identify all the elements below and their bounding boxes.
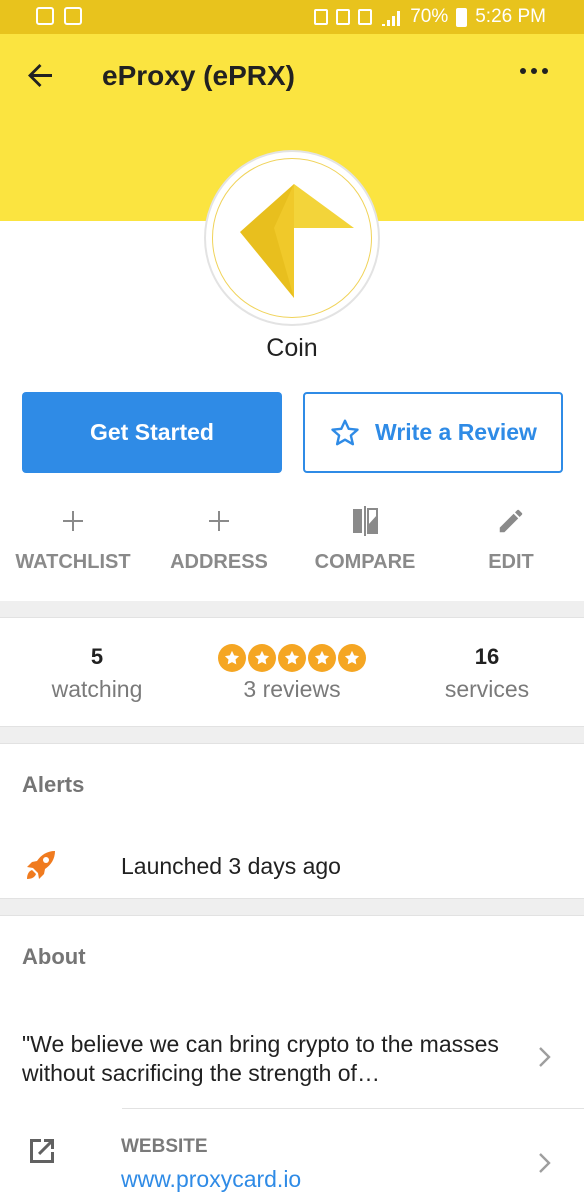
website-link[interactable]: www.proxycard.io — [121, 1166, 301, 1193]
system-indicators: 70% 5:26 PM — [314, 6, 546, 28]
website-label: WEBSITE — [121, 1136, 208, 1157]
watching-label: watching — [51, 676, 143, 702]
chevron-right-icon[interactable] — [538, 1046, 552, 1068]
star-icon — [338, 644, 366, 672]
reviews-stat[interactable]: 3 reviews — [195, 644, 389, 703]
star-icon — [308, 644, 336, 672]
get-started-button[interactable]: Get Started — [22, 392, 282, 473]
star-icon — [218, 644, 246, 672]
services-label: services — [444, 676, 530, 702]
watching-count: 5 — [90, 644, 104, 669]
nfc-icon — [314, 9, 329, 25]
rating-stars — [195, 644, 389, 672]
watchlist-label: WATCHLIST — [15, 551, 131, 573]
alerts-card: Alerts Launched 3 days ago — [0, 743, 584, 899]
address-action[interactable]: ADDRESS — [146, 501, 292, 574]
arrow-left-icon[interactable] — [24, 58, 58, 92]
alerts-title: Alerts — [22, 772, 85, 797]
compare-icon — [292, 501, 438, 541]
coin-logo — [204, 150, 380, 326]
star-outline-icon — [331, 419, 359, 445]
coin-profile-card: Coin Get Started Write a Review WATCHLIS… — [0, 150, 584, 601]
about-title: About — [22, 944, 86, 969]
star-icon — [248, 644, 276, 672]
status-bar: 70% 5:26 PM — [0, 0, 584, 34]
page-title: eProxy (ePRX) — [102, 60, 295, 91]
compare-label: COMPARE — [314, 551, 416, 573]
alert-text: Launched 3 days ago — [121, 853, 341, 879]
external-link-icon — [26, 1135, 58, 1167]
address-label: ADDRESS — [170, 551, 268, 573]
star-icon — [278, 644, 306, 672]
write-review-button[interactable]: Write a Review — [303, 392, 563, 473]
services-stat[interactable]: 16 services — [390, 644, 584, 703]
rocket-icon — [24, 848, 58, 882]
alarm-icon — [358, 9, 373, 25]
plus-icon — [0, 501, 146, 541]
edit-label: EDIT — [488, 551, 534, 573]
mute-icon — [336, 9, 351, 25]
reviews-label: 3 reviews — [243, 676, 341, 702]
write-review-label: Write a Review — [375, 419, 537, 445]
notification-icons — [36, 7, 82, 25]
battery-percent: 70% — [410, 6, 449, 27]
divider — [122, 1108, 584, 1109]
eproxy-logo-icon — [240, 184, 354, 298]
clock: 5:26 PM — [475, 6, 546, 27]
watchlist-action[interactable]: WATCHLIST — [0, 501, 146, 574]
battery-icon — [456, 7, 468, 27]
pencil-icon — [438, 501, 584, 541]
image-icon — [64, 7, 82, 25]
chevron-right-icon[interactable] — [538, 1152, 552, 1174]
coin-type-label: Coin — [266, 334, 318, 362]
stats-card: 5 watching 3 reviews 16 services — [0, 617, 584, 727]
about-description[interactable]: "We believe we can bring crypto to the m… — [22, 1030, 522, 1088]
plus-icon — [146, 501, 292, 541]
more-dots-icon[interactable] — [520, 68, 548, 74]
alert-item[interactable]: Launched 3 days ago — [0, 844, 584, 892]
signal-icon — [382, 11, 401, 26]
services-count: 16 — [474, 644, 500, 669]
compare-action[interactable]: COMPARE — [292, 501, 438, 574]
about-card: About "We believe we can bring crypto to… — [0, 915, 584, 1200]
watching-stat[interactable]: 5 watching — [0, 644, 194, 703]
edit-action[interactable]: EDIT — [438, 501, 584, 574]
notification-icon — [36, 7, 54, 25]
